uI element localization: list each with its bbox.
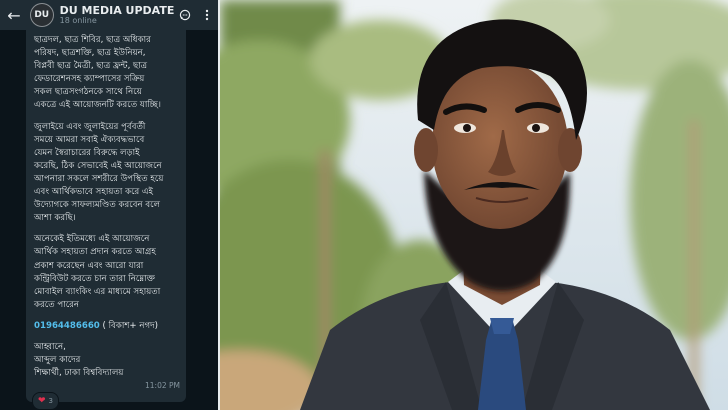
message-line: আপনারা সকলে সশরীরে উপস্থিত হয়ে bbox=[34, 173, 164, 184]
message-line: একত্রে এই আয়োজনটি করতে যাচ্ছি। bbox=[34, 100, 161, 111]
portrait-illustration bbox=[220, 0, 728, 410]
message-paragraph: ছাত্রদল, ছাত্র শিবির, ছাত্র অধিকার পরিষদ,… bbox=[34, 34, 180, 113]
phone-note: ( বিকাশ+ নগদ) bbox=[99, 320, 159, 331]
arrow-left-icon[interactable]: ← bbox=[2, 0, 26, 30]
message-line: মোবাইল ব্যাংকিং এর মাধ্যমে সহায়তা bbox=[34, 286, 161, 297]
reaction-badge[interactable]: ❤ 3 bbox=[32, 392, 60, 410]
message-line: পরিষদ, ছাত্রশক্তি, ছাত্র ইউনিয়ন, bbox=[34, 48, 146, 59]
reaction-count: 3 bbox=[48, 397, 54, 405]
phone-link[interactable]: 01964486660 bbox=[34, 321, 100, 331]
message-paragraph: জুলাইয়ে এবং জুলাইয়ের পূর্ববর্তী সময়ে আ… bbox=[34, 121, 180, 226]
chat-header: ← DU DU MEDIA UPDATE 18 online bbox=[0, 0, 218, 30]
signature-line: আব্দুল কাদের bbox=[34, 355, 81, 366]
message-line: সকল ছাত্রসংগঠনকে সাথে নিয়ে bbox=[34, 87, 142, 98]
message-line: কন্ট্রিবিউট করতে চান তারা নিম্নোক্ত bbox=[34, 273, 155, 284]
message-line: বিপ্লবী ছাত্র মৈত্রী, ছাত্র ফ্রন্ট, ছাত্… bbox=[34, 61, 148, 72]
message-line: উদ্যোগকে সাফল্যমণ্ডিত করবেন বলে bbox=[34, 200, 160, 211]
chat-status: 18 online bbox=[59, 15, 97, 25]
message-line: করেছি, ঠিক সেভাবেই এই আয়োজনে bbox=[34, 160, 162, 171]
message-paragraph: অনেকেই ইতিমধ্যে এই আয়োজনে আর্থিক সহায়তা… bbox=[34, 233, 180, 312]
message-line: আশা করছি। bbox=[34, 213, 76, 224]
chat-screenshot: ← DU DU MEDIA UPDATE 18 online ছাত্রদল, … bbox=[0, 0, 218, 410]
message-line: অনেকেই ইতিমধ্যে এই আয়োজনে bbox=[34, 234, 150, 245]
message-time: 11:02 PM bbox=[145, 380, 180, 390]
more-vertical-icon[interactable] bbox=[196, 0, 218, 30]
message-body: ছাত্রদল, ছাত্র শিবির, ছাত্র অধিকার পরিষদ,… bbox=[34, 34, 180, 312]
message-line: ফেডারেশনসহ ক্যাম্পাসের সক্রিয় bbox=[34, 74, 145, 85]
heart-icon: ❤ bbox=[38, 396, 46, 406]
chat-name: DU MEDIA UPDATE bbox=[59, 3, 175, 17]
chat-title-block[interactable]: DU MEDIA UPDATE 18 online bbox=[59, 3, 175, 26]
message-line: সময়ে আমরা সবাই ঐক্যবদ্ধভাবে bbox=[34, 134, 145, 145]
message-line: প্রকাশ করেছেন এবং আরো যারা bbox=[34, 260, 144, 271]
message-line: যেমন স্বৈরাচারের বিরুদ্ধে লড়াই bbox=[34, 147, 140, 158]
message-line: ছাত্রদল, ছাত্র শিবির, ছাত্র অধিকার bbox=[34, 35, 151, 45]
message-line: এবং আর্থিকভাবে সহায়তা করে এই bbox=[34, 187, 154, 198]
signature: আহ্বানে, আব্দুল কাদের শিক্ষার্থী, ঢাকা ব… bbox=[34, 341, 180, 380]
message-line: আর্থিক সহায়তা প্রদান করতে আগ্রহ bbox=[34, 247, 156, 258]
message-bubble[interactable]: ছাত্রদল, ছাত্র শিবির, ছাত্র অধিকার পরিষদ,… bbox=[26, 30, 186, 402]
portrait-photo bbox=[220, 0, 728, 410]
phone-line: 01964486660 ( বিকাশ+ নগদ) bbox=[34, 320, 180, 333]
message-line: জুলাইয়ে এবং জুলাইয়ের পূর্ববর্তী bbox=[34, 121, 146, 132]
signature-line: আহ্বানে, bbox=[34, 341, 66, 352]
avatar[interactable]: DU bbox=[29, 3, 54, 27]
message-line: করতে পারেন bbox=[34, 299, 80, 310]
message-circle-icon[interactable] bbox=[174, 0, 196, 30]
